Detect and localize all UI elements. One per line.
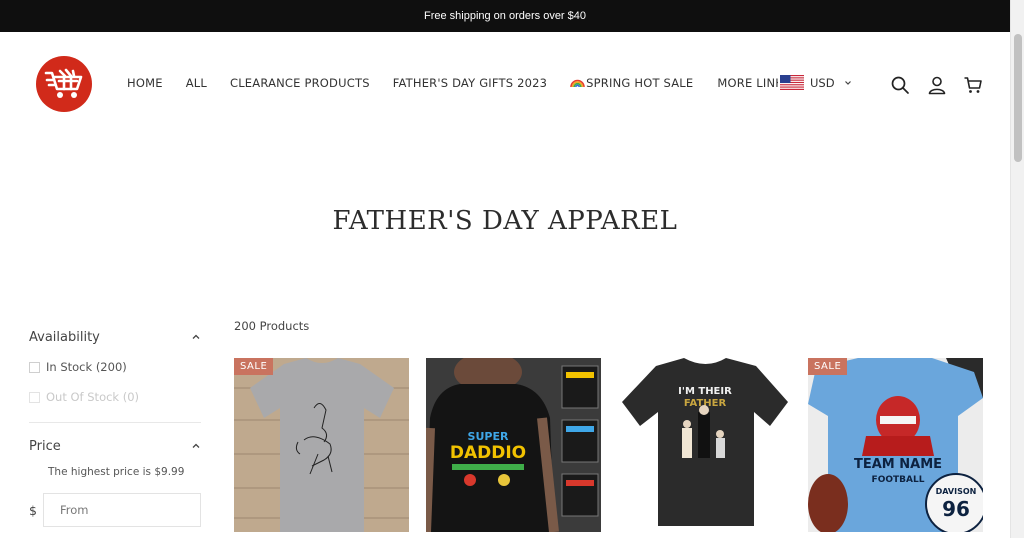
shirt-text: SUPER: [468, 430, 509, 443]
filter-out-of-stock-label: Out Of Stock (0): [46, 390, 140, 404]
announcement-text: Free shipping on orders over $40: [423, 10, 587, 22]
checkbox: [29, 391, 40, 403]
sale-badge: SALE: [808, 358, 848, 375]
nav-clearance-products[interactable]: CLEARANCE PRODUCTS: [230, 76, 370, 90]
shirt-text: FOOTBALL: [872, 475, 925, 485]
product-card[interactable]: SALE TEAM NAME FOOTBALL DAVISON 96: [808, 358, 983, 532]
currency-symbol: $: [29, 502, 37, 518]
search-icon[interactable]: [890, 75, 910, 95]
chevron-up-icon: [192, 334, 200, 339]
product-card[interactable]: I'M THEIR FATHER: [618, 358, 793, 532]
store-logo[interactable]: [36, 56, 92, 112]
availability-filter-toggle[interactable]: Availability: [29, 322, 201, 352]
availability-heading: Availability: [29, 329, 100, 345]
chevron-up-icon: [192, 443, 200, 448]
cart-icon[interactable]: [963, 75, 983, 95]
product-card[interactable]: SUPER DADDIO: [426, 358, 601, 532]
price-from-row: $: [29, 493, 201, 527]
jersey-name: DAVISON: [936, 487, 977, 496]
nav-more-link[interactable]: MORE LINK: [717, 76, 783, 90]
shopping-cart-logo-icon: [44, 68, 83, 98]
product-count: 200 Products: [234, 319, 310, 333]
page-scrollbar[interactable]: [1010, 0, 1024, 538]
rainbow-icon: [570, 79, 585, 88]
us-flag-icon: [780, 75, 804, 90]
divider: [29, 422, 201, 423]
product-image: TEAM NAME FOOTBALL DAVISON 96: [808, 358, 983, 532]
nav-all[interactable]: ALL: [186, 76, 207, 90]
product-image: I'M THEIR FATHER: [618, 358, 793, 532]
nav-spring-hot-sale[interactable]: SPRING HOT SALE: [570, 76, 693, 90]
nav-home[interactable]: HOME: [127, 76, 163, 90]
product-card[interactable]: SALE: [234, 358, 409, 532]
product-image: [234, 358, 409, 532]
nav-fathers-day-gifts[interactable]: FATHER'S DAY GIFTS 2023: [393, 76, 547, 90]
filter-in-stock[interactable]: In Stock (200): [29, 352, 201, 382]
main-nav: HOME ALL CLEARANCE PRODUCTS FATHER'S DAY…: [127, 76, 783, 90]
currency-selector[interactable]: USD: [778, 75, 852, 90]
shirt-text: I'M THEIR: [678, 386, 732, 397]
price-heading: Price: [29, 438, 61, 454]
scrollbar-thumb[interactable]: [1014, 34, 1022, 162]
highest-price-note: The highest price is $9.99: [48, 466, 185, 478]
currency-code: USD: [810, 75, 835, 90]
filter-out-of-stock: Out Of Stock (0): [29, 382, 201, 412]
price-filter-toggle[interactable]: Price: [29, 431, 201, 461]
filter-sidebar: Availability In Stock (200) Out Of Stock…: [29, 322, 201, 527]
shirt-text: TEAM NAME: [854, 457, 942, 472]
announcement-bar: Free shipping on orders over $40: [0, 0, 1010, 32]
account-icon[interactable]: [927, 75, 947, 95]
filter-in-stock-label: In Stock (200): [46, 360, 127, 374]
product-image: SUPER DADDIO: [426, 358, 601, 532]
checkbox[interactable]: [29, 361, 40, 373]
site-header: HOME ALL CLEARANCE PRODUCTS FATHER'S DAY…: [0, 32, 1010, 136]
jersey-number: 96: [942, 497, 970, 521]
chevron-down-icon: [844, 80, 851, 85]
shirt-text: DADDIO: [450, 443, 526, 463]
price-from-input[interactable]: [43, 493, 201, 527]
nav-spring-label: SPRING HOT SALE: [586, 76, 694, 90]
page-title: FATHER'S DAY APPAREL: [332, 206, 678, 236]
sale-badge: SALE: [234, 358, 274, 375]
